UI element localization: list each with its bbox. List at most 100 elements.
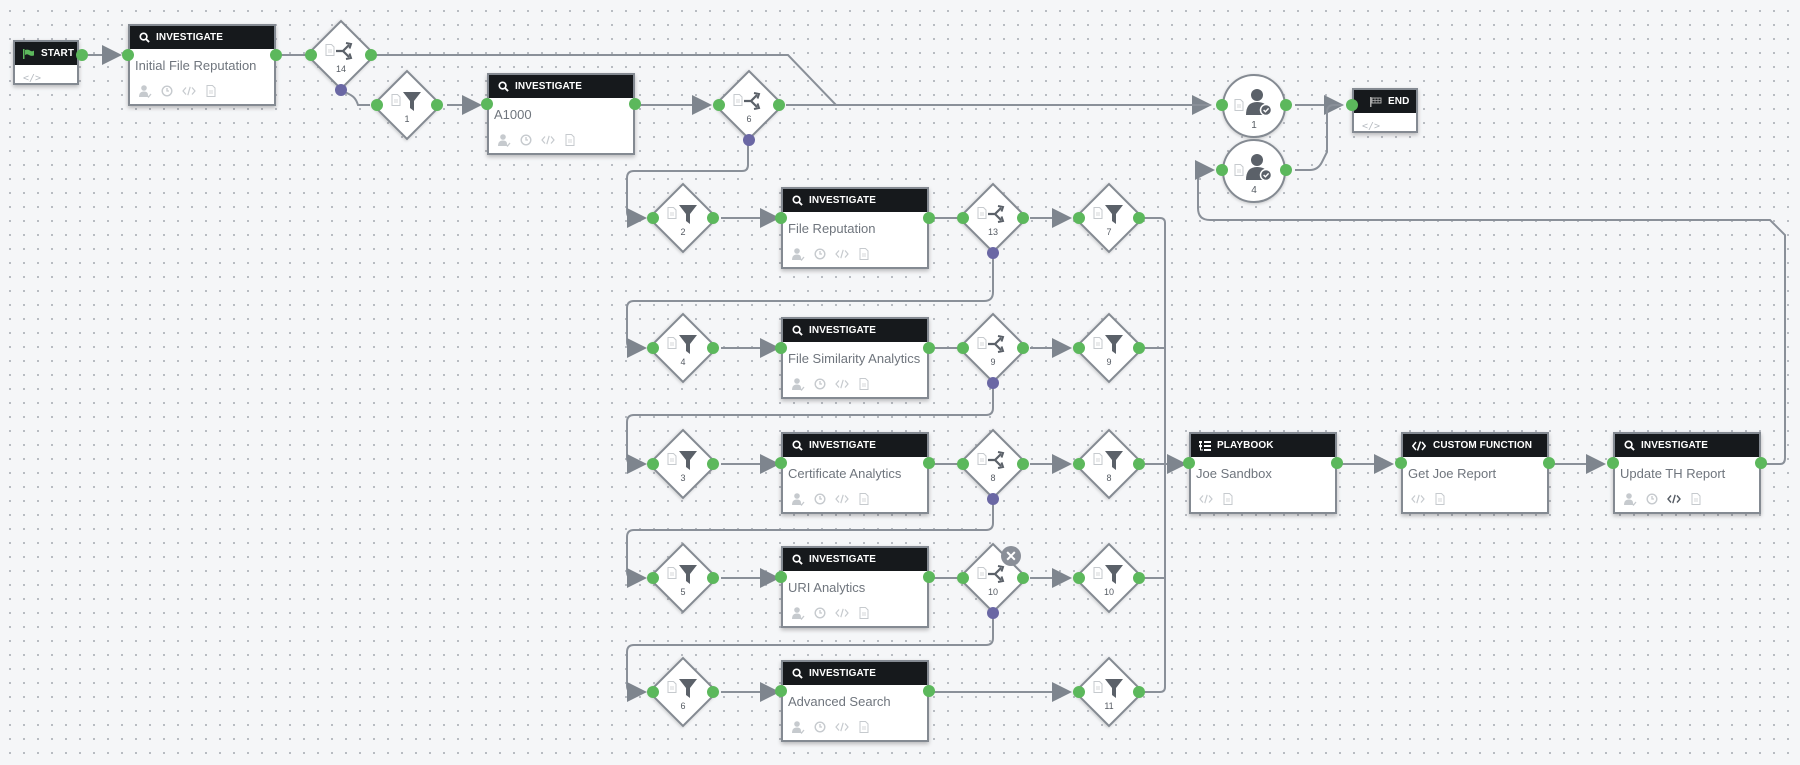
input-port[interactable] [775,342,787,354]
user-approval-icon[interactable] [138,84,152,98]
input-port[interactable] [713,99,725,111]
delete-node-button[interactable]: ✕ [1001,546,1021,566]
input-port[interactable] [1073,342,1085,354]
code-icon[interactable] [1199,492,1213,506]
input-port[interactable] [647,342,659,354]
document-icon[interactable] [857,247,871,261]
prompt-node[interactable]: 4 [1222,139,1286,203]
input-port[interactable] [1073,458,1085,470]
user-approval-icon[interactable] [791,377,805,391]
document-icon[interactable] [563,133,577,147]
input-port[interactable] [371,99,383,111]
code-icon[interactable] [182,84,196,98]
document-icon[interactable] [1689,492,1703,506]
user-approval-icon[interactable] [1623,492,1637,506]
else-port[interactable] [987,377,999,389]
document-icon[interactable] [204,84,218,98]
clock-icon[interactable] [1645,492,1659,506]
code-icon[interactable] [835,492,849,506]
block-get-joe-report[interactable]: CUSTOM FUNCTION Get Joe Report [1401,432,1549,514]
user-approval-icon[interactable] [791,247,805,261]
clock-icon[interactable] [519,133,533,147]
else-port[interactable] [987,493,999,505]
input-port[interactable] [1073,572,1085,584]
else-port[interactable] [987,607,999,619]
input-port[interactable] [775,685,787,697]
input-port[interactable] [647,686,659,698]
document-icon[interactable] [1221,492,1235,506]
input-port[interactable] [647,212,659,224]
start-output-port[interactable] [76,49,88,61]
output-port[interactable] [773,99,785,111]
end-input-port[interactable] [1346,99,1358,111]
block-initial-file-reputation[interactable]: INVESTIGATE Initial File Reputation [128,24,276,106]
clock-icon[interactable] [813,377,827,391]
document-icon[interactable] [857,606,871,620]
block-a1000[interactable]: INVESTIGATE A1000 [487,73,635,155]
input-port[interactable] [122,49,134,61]
output-port[interactable] [923,685,935,697]
block-update-th-report[interactable]: INVESTIGATE Update TH Report [1613,432,1761,514]
else-port[interactable] [987,247,999,259]
output-port[interactable] [1543,457,1555,469]
start-node[interactable]: START </> [13,40,79,85]
user-approval-icon[interactable] [791,492,805,506]
code-icon[interactable] [541,133,555,147]
input-port[interactable] [775,571,787,583]
else-port[interactable] [335,84,347,96]
document-icon[interactable] [1433,492,1447,506]
input-port[interactable] [1216,99,1228,111]
input-port[interactable] [957,212,969,224]
block-joe-sandbox[interactable]: PLAYBOOK Joe Sandbox [1189,432,1337,514]
clock-icon[interactable] [813,606,827,620]
input-port[interactable] [1607,457,1619,469]
else-port[interactable] [743,134,755,146]
output-port[interactable] [923,342,935,354]
input-port[interactable] [1073,686,1085,698]
code-icon[interactable] [1667,492,1681,506]
output-port[interactable] [270,49,282,61]
output-port[interactable] [1331,457,1343,469]
edge[interactable] [1295,104,1342,171]
document-icon[interactable] [857,492,871,506]
output-port[interactable] [707,686,719,698]
output-port[interactable] [431,99,443,111]
code-icon[interactable]: </> [23,73,41,84]
document-icon[interactable] [857,720,871,734]
output-port[interactable] [1280,164,1292,176]
block-certificate-analytics[interactable]: INVESTIGATE Certificate Analytics [781,432,929,514]
input-port[interactable] [481,98,493,110]
end-node[interactable]: END </> [1352,88,1418,133]
code-icon[interactable] [835,606,849,620]
output-port[interactable] [923,457,935,469]
input-port[interactable] [647,572,659,584]
code-icon[interactable] [835,247,849,261]
input-port[interactable] [1216,164,1228,176]
output-port[interactable] [923,212,935,224]
output-port[interactable] [1133,686,1145,698]
block-file-reputation[interactable]: INVESTIGATE File Reputation [781,187,929,269]
input-port[interactable] [957,342,969,354]
input-port[interactable] [957,572,969,584]
code-icon[interactable]: </> [1362,121,1380,132]
output-port[interactable] [707,342,719,354]
clock-icon[interactable] [813,720,827,734]
output-port[interactable] [1133,572,1145,584]
edge[interactable] [1195,160,1786,465]
input-port[interactable] [775,457,787,469]
output-port[interactable] [707,212,719,224]
clock-icon[interactable] [813,247,827,261]
prompt-node[interactable]: 1 [1222,74,1286,138]
output-port[interactable] [1017,458,1029,470]
output-port[interactable] [629,98,641,110]
input-port[interactable] [775,212,787,224]
clock-icon[interactable] [813,492,827,506]
output-port[interactable] [1133,458,1145,470]
output-port[interactable] [1133,342,1145,354]
code-icon[interactable] [1411,492,1425,506]
output-port[interactable] [1755,457,1767,469]
input-port[interactable] [1395,457,1407,469]
output-port[interactable] [1017,212,1029,224]
user-approval-icon[interactable] [791,720,805,734]
input-port[interactable] [305,49,317,61]
